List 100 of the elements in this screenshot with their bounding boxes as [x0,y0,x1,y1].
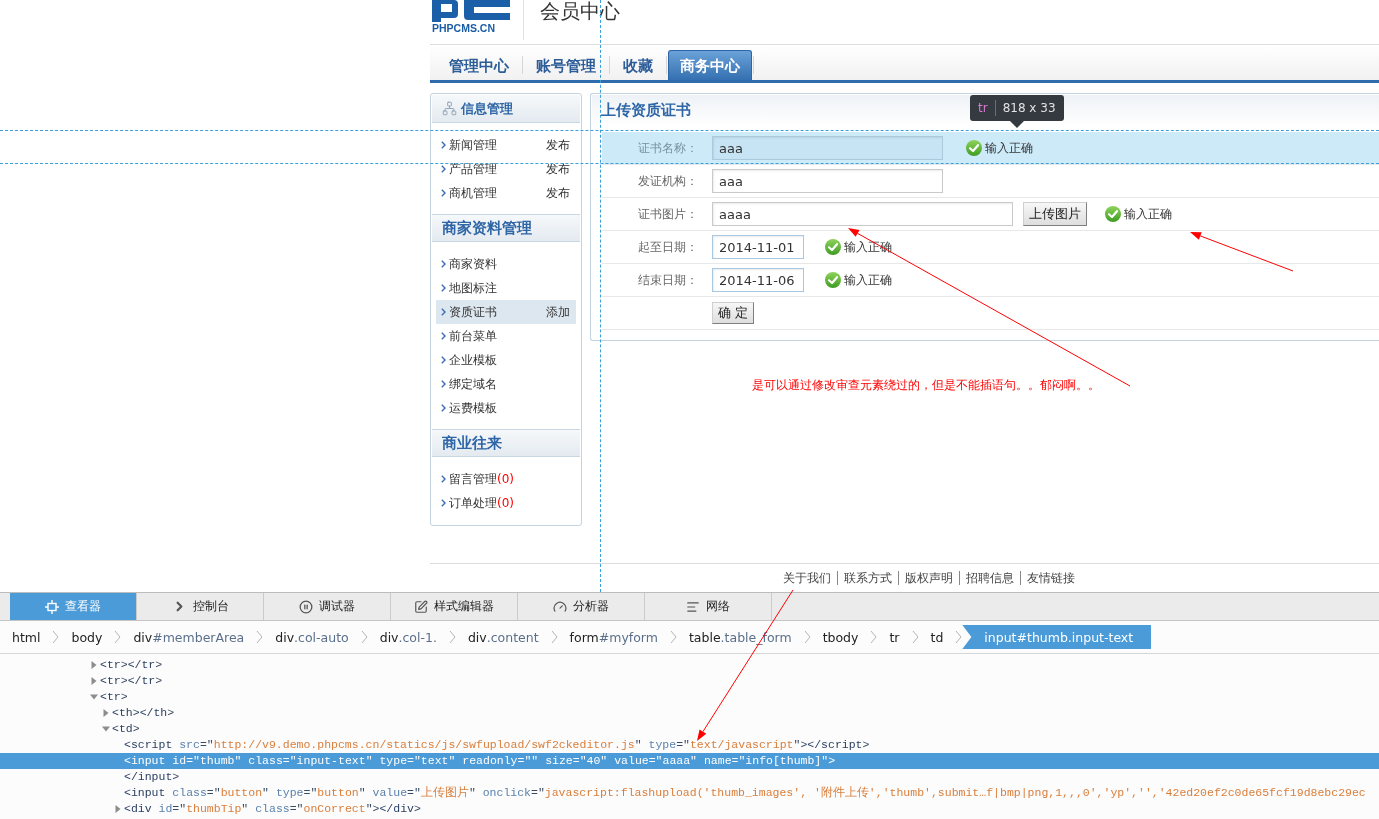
nav-tab[interactable]: 管理中心 [437,50,521,80]
breadcrumb[interactable]: tr [877,625,912,649]
devtools-tab[interactable]: 样式编辑器 [391,593,518,620]
field-label: 起至日期： [638,238,698,256]
caret-icon[interactable] [102,709,110,717]
upload-button[interactable]: 上传图片 [1023,202,1087,226]
caret-icon[interactable] [90,677,98,685]
section-title: 信息管理 [461,99,513,118]
chevron-icon [448,630,456,644]
menu-item[interactable]: 绑定域名 [436,372,576,396]
breadcrumb[interactable]: div#memberArea [121,625,257,649]
chevron-icon [441,499,446,507]
chevron-icon [441,332,446,340]
field-label: 证书名称： [638,139,698,157]
code-line[interactable]: <input class="button" type="button" value="上传图片" onclick="javascript:flashupload('thumb_images', '附件上传','thumb',submit…f|bmp|png,1,,,0','yp','','42ed20ef2c0de65fcf19d8ebc29ec [0,785,1379,801]
check-icon [1105,206,1121,222]
devtools-tab[interactable]: 控制台 [137,593,264,620]
input-field[interactable]: 2014-11-06 [712,268,804,292]
breadcrumb[interactable]: html [0,625,53,649]
footer-link[interactable]: 招聘信息 [959,571,1020,585]
field-label: 发证机构： [638,172,698,190]
annotation-text: 是可以通过修改审查元素绕过的，但是不能插语句。。郁闷啊。。 [752,378,1100,392]
code-line[interactable]: </input> [0,769,1379,785]
menu-item[interactable]: 订单处理(0) [436,491,576,515]
chevron-icon [360,630,368,644]
caret-icon[interactable] [114,805,122,813]
chevron-icon [441,404,446,412]
breadcrumb[interactable]: form#myform [557,625,670,649]
field-label: 证书图片： [638,205,698,223]
status-text: 输入正确 [844,271,892,289]
menu-item[interactable]: 产品管理 发布 [436,157,576,181]
action-link[interactable]: 发布 [546,160,570,178]
gauge-icon [553,599,567,614]
menu-item[interactable]: 企业模板 [436,348,576,372]
breadcrumb[interactable]: div.content [455,625,551,649]
menu-item[interactable]: 资质证书 添加 [436,300,576,324]
menu-item[interactable]: 商机管理 发布 [436,181,576,205]
caret-icon[interactable] [90,661,98,669]
hierarchy-icon [442,101,457,116]
caret-icon[interactable] [102,725,110,733]
menu-item[interactable]: 留言管理(0) [436,467,576,491]
chevron-icon [441,308,446,316]
devtools-tab[interactable]: 分析器 [518,593,645,620]
chevron-icon [441,189,446,197]
chevron-icon [441,380,446,388]
footer-link[interactable]: 联系方式 [837,571,898,585]
menu-item[interactable]: 新闻管理 发布 [436,133,576,157]
input-field[interactable]: aaaa [712,202,1013,226]
panel-title: 上传资质证书 [601,101,691,120]
input-field[interactable]: aaa [712,169,943,193]
breadcrumb[interactable]: tbody [810,625,871,649]
chevron-icon [441,165,446,173]
input-field[interactable]: 2014-11-01 [712,235,804,259]
chevron-icon [870,630,878,644]
code-line[interactable]: <tr> [0,689,1379,705]
nav-tab[interactable]: 收藏 [611,50,665,80]
status-text: 输入正确 [844,238,892,256]
code-line[interactable]: <div id="thumbTip" class="onCorrect"></div> [0,801,1379,817]
chevron-icon [803,630,811,644]
footer-link[interactable]: 友情链接 [1020,571,1081,585]
chevron-icon [669,630,677,644]
chevron-icon [911,630,919,644]
footer-link[interactable]: 版权声明 [898,571,959,585]
menu-item[interactable]: 前台菜单 [436,324,576,348]
nav-tab[interactable]: 账号管理 [524,50,608,80]
caret-icon[interactable] [90,693,98,701]
footer-link[interactable]: 关于我们 [783,571,837,585]
status-text: 输入正确 [1124,205,1172,223]
tooltip-size: 818 x 33 [1002,101,1056,115]
code-line[interactable]: <td> [0,721,1379,737]
action-link[interactable]: 发布 [546,184,570,202]
breadcrumb[interactable]: td [918,625,956,649]
breadcrumb[interactable]: body [59,625,115,649]
check-icon [825,272,841,288]
frame-icon [45,599,59,614]
chevron-icon [441,141,446,149]
chevron-icon [441,260,446,268]
lines-icon [686,599,700,614]
code-line[interactable]: <tr></tr> [0,673,1379,689]
section-title: 商业往来 [442,433,502,453]
code-line[interactable]: <th></th> [0,705,1379,721]
chevron-icon [955,630,963,644]
logo-text: PHPCMS.CN [432,23,496,34]
check-icon [966,140,982,156]
breadcrumb[interactable]: div.col-1. [367,625,449,649]
chevron-icon [114,630,122,644]
chevron-icon [52,630,60,644]
menu-item[interactable]: 运费模板 [436,396,576,420]
devtools-tab[interactable]: 调试器 [264,593,391,620]
breadcrumb[interactable]: div.col-auto [263,625,361,649]
devtools-tab[interactable]: 网络 [645,593,772,620]
menu-item[interactable]: 商家资料 [436,252,576,276]
menu-item[interactable]: 地图标注 [436,276,576,300]
code-line[interactable]: <script src="http://v9.demo.phpcms.cn/statics/js/swfupload/swf2ckeditor.js" type="text/javascript"></script> [0,737,1379,753]
code-line[interactable]: <tr></tr> [0,657,1379,673]
nav-tab[interactable]: 商务中心 [668,50,752,80]
submit-button[interactable]: 确 定 [712,302,755,324]
action-link[interactable]: 添加 [546,303,570,321]
input-field[interactable]: aaa [712,136,943,160]
action-link[interactable]: 发布 [546,136,570,154]
